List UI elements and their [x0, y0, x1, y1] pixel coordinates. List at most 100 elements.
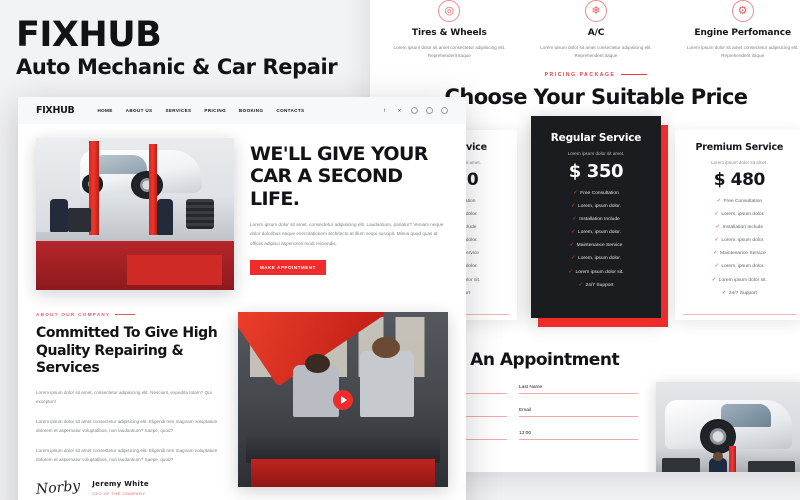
service-title: Tires & Wheels	[411, 28, 487, 38]
appointment-photo	[656, 382, 800, 472]
feature-label: Maintenance Service	[720, 251, 766, 257]
photo-red-bench	[127, 255, 223, 286]
engine-icon: ⚙	[731, 0, 754, 22]
feature-label: Lorem, ipsum dolor.	[578, 230, 621, 236]
photo-mechanic-head	[712, 452, 724, 461]
last-name-field[interactable]: Last Name	[519, 382, 638, 394]
x-twitter-icon[interactable]: ✕	[396, 107, 403, 114]
about-title: Committed To Give High Quality Repairing…	[36, 325, 218, 377]
photo-technician-head	[372, 336, 400, 358]
feature-label: Maintenance Service	[576, 243, 623, 249]
eyebrow-dash	[115, 314, 136, 316]
email-field[interactable]: Email	[519, 405, 638, 417]
about-video-thumbnail[interactable]	[238, 312, 448, 487]
signature-role: CEO OF THE COMPANY	[92, 490, 146, 496]
photo-person	[156, 198, 173, 236]
check-icon: ✓	[714, 211, 719, 218]
signature-name: Jeremy White	[92, 479, 149, 488]
pricing-card-regular[interactable]: Regular Service Lorem ipsum dolor sit am…	[531, 116, 661, 318]
navbar: FIXHUB HOME ABOUT US SERVICES PRICING BO…	[18, 97, 466, 124]
check-icon: ✓	[716, 198, 722, 204]
air-conditioning-icon: ❄	[585, 0, 607, 22]
nav-item-contacts[interactable]: CONTACTS	[276, 108, 304, 113]
branding-block: FIXHUB Auto Mechanic & Car Repair	[16, 17, 338, 79]
pricing-card-price: $ 480	[713, 170, 766, 190]
service-title: A/C	[587, 28, 605, 38]
photo-shelf	[661, 457, 701, 472]
dribbble-icon[interactable]	[441, 107, 448, 114]
feature-item: ✓Lorem, ipsum dolor.	[539, 256, 652, 262]
nav-links: HOME ABOUT US SERVICES PRICING BOOKING C…	[97, 108, 304, 113]
photo-technician-right	[359, 350, 415, 417]
nav-logo[interactable]: FIXHUB	[36, 105, 75, 116]
feature-item: ✓24/7 Support	[683, 289, 796, 297]
facebook-icon[interactable]: f	[381, 107, 388, 114]
hero-cta-button[interactable]: MAKE APPOINTMENT	[250, 259, 326, 275]
check-icon: ✓	[571, 229, 576, 236]
check-icon: ✓	[714, 263, 719, 270]
hero-section: WE'LL GIVE YOUR CAR A SECOND LIFE. Lorem…	[18, 124, 466, 290]
check-icon: ✓	[569, 242, 575, 249]
feature-item: ✓Installation Include	[683, 224, 796, 231]
hero-copy: WE'LL GIVE YOUR CAR A SECOND LIFE. Lorem…	[250, 138, 448, 290]
feature-label: Installation Include	[579, 217, 620, 223]
check-icon: ✓	[715, 224, 721, 231]
feature-label: 24/7 Support	[728, 290, 757, 296]
feature-label: Lorem, ipsum dolor.	[578, 204, 621, 210]
photo-tire-stack	[186, 198, 215, 230]
about-eyebrow-label: ABOUT OUR COMPANY	[36, 312, 222, 317]
feature-label: Free Consultation	[723, 199, 763, 204]
signature-details: Jeremy White CEO OF THE COMPANY	[92, 480, 149, 496]
photo-person	[49, 198, 68, 233]
check-icon: ✓	[568, 268, 573, 275]
feature-item: ✓24/7 Support	[539, 281, 652, 289]
check-icon: ✓	[721, 289, 727, 296]
nav-item-pricing[interactable]: PRICING	[204, 108, 226, 113]
tire-icon: ◎	[438, 0, 461, 22]
pinterest-icon[interactable]	[426, 107, 433, 114]
hero-paragraph: Lorem ipsum dolor sit amet, consectetur …	[250, 222, 444, 246]
brand-subtitle: Auto Mechanic & Car Repair	[16, 54, 338, 79]
feature-label: Lorem, ipsum dolor.	[721, 264, 765, 270]
feature-label: Lorem ipsum dolor sit.	[575, 269, 624, 275]
instagram-icon[interactable]	[411, 107, 418, 114]
feature-item: ✓Maintenance Service	[539, 243, 652, 249]
feature-label: Free Consultation	[580, 191, 619, 196]
hero-photo	[36, 138, 234, 290]
feature-label: 24/7 Support	[585, 282, 614, 288]
signature-row: Norby Jeremy White CEO OF THE COMPANY	[35, 478, 222, 498]
check-icon: ✓	[578, 281, 583, 288]
photo-tool-cabinet	[250, 459, 436, 487]
nav-item-services[interactable]: SERVICES	[165, 108, 191, 113]
nav-item-booking[interactable]: BOOKING	[239, 108, 263, 113]
pricing-card-title: Regular Service	[550, 132, 642, 144]
play-button-icon[interactable]	[333, 389, 353, 410]
about-eyebrow-text: ABOUT OUR COMPANY	[36, 312, 111, 317]
pricing-eyebrow-text: PRICING PACKAGE	[544, 72, 616, 78]
service-card[interactable]: ⚙ Engine Perfomance Lorem ipsum dolor si…	[669, 0, 800, 60]
pricing-eyebrow-label: PRICING PACKAGE	[370, 72, 800, 78]
pricing-card-premium[interactable]: Premium Service Lorem ipsum dolor sit am…	[674, 130, 800, 320]
feature-item: ✓Lorem, ipsum dolor.	[683, 264, 796, 270]
hero-title: WE'LL GIVE YOUR CAR A SECOND LIFE.	[250, 143, 428, 210]
feature-label: Lorem, ipsum dolor.	[721, 212, 765, 218]
about-copy: ABOUT OUR COMPANY Committed To Give High…	[35, 312, 222, 498]
about-section: ABOUT OUR COMPANY Committed To Give High…	[18, 290, 466, 498]
check-icon: ✓	[714, 237, 719, 244]
service-description: Lorem ipsum dolor sit amet consectetur a…	[686, 45, 799, 59]
check-icon: ✓	[711, 276, 717, 283]
photo-lift-post	[728, 446, 736, 472]
feature-item: ✓Free Consultation	[539, 190, 652, 197]
nav-item-about-us[interactable]: ABOUT US	[126, 108, 153, 113]
nav-item-home[interactable]: HOME	[97, 108, 112, 113]
photo-wheel	[131, 171, 163, 199]
social-links: f ✕	[381, 107, 448, 114]
service-card[interactable]: ◎ Tires & Wheels Lorem ipsum dolor sit a…	[376, 0, 523, 60]
feature-item: ✓Lorem ipsum dolor sit.	[683, 276, 796, 284]
eyebrow-dash	[621, 74, 648, 76]
service-card[interactable]: ❄ A/C Lorem ipsum dolor sit amet consect…	[523, 0, 670, 60]
time-field[interactable]: 13:00	[519, 428, 638, 440]
appointment-heading: Make An Appointment	[416, 350, 620, 370]
feature-label: Lorem, ipsum dolor.	[578, 256, 621, 262]
photo-background	[656, 382, 800, 472]
